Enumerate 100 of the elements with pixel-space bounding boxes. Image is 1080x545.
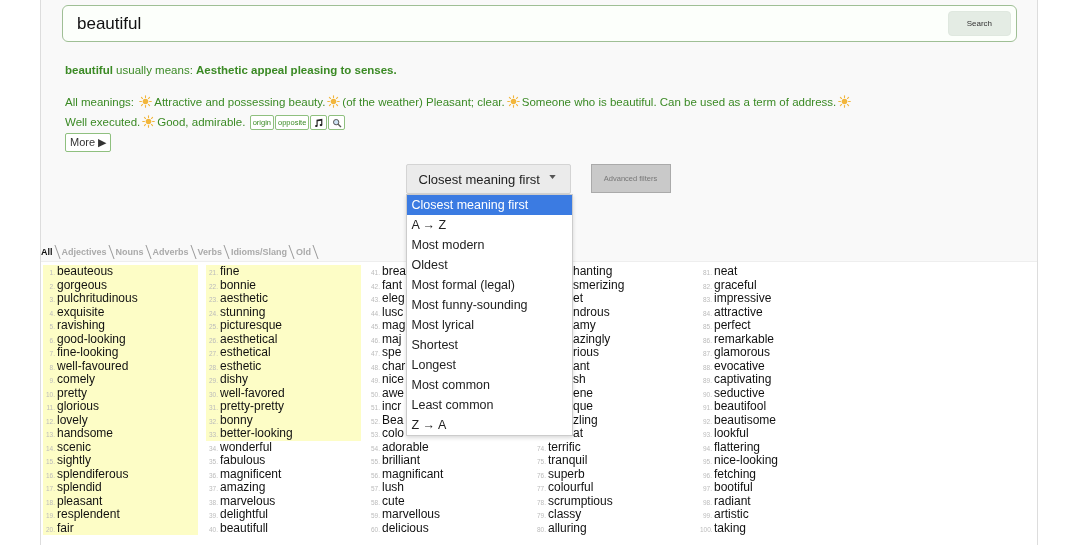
music-note-icon[interactable] xyxy=(310,115,328,131)
dropdown-option[interactable]: Z → A xyxy=(406,415,572,435)
word-link[interactable]: adorable xyxy=(382,440,429,454)
word-link[interactable]: at xyxy=(573,427,583,441)
word-link[interactable]: captivating xyxy=(714,373,772,387)
word-link[interactable]: wonderful xyxy=(220,440,273,454)
word-link[interactable]: ndrous xyxy=(573,305,610,319)
word-link[interactable]: beautifool xyxy=(714,400,767,414)
word-link[interactable]: marvelous xyxy=(220,494,276,508)
dropdown-option[interactable]: A → Z xyxy=(406,215,572,235)
word-link[interactable]: delicious xyxy=(382,521,429,535)
word-link[interactable]: bonnie xyxy=(220,278,257,292)
word-link[interactable]: splendid xyxy=(57,481,102,495)
word-link[interactable]: esthetic xyxy=(220,359,262,373)
word-link[interactable]: better-looking xyxy=(220,427,293,441)
word-link[interactable]: impressive xyxy=(714,292,772,306)
word-link[interactable]: well-favored xyxy=(220,386,285,400)
dropdown-option[interactable]: Most formal (legal) xyxy=(406,275,572,295)
word-link[interactable]: sightly xyxy=(57,454,91,468)
word-link[interactable]: perfect xyxy=(714,319,751,333)
word-link[interactable]: lookful xyxy=(714,427,749,441)
word-link[interactable]: hanting xyxy=(573,265,613,279)
word-link[interactable]: ene xyxy=(573,386,594,400)
word-link[interactable]: esthetical xyxy=(220,346,271,360)
word-link[interactable]: brilliant xyxy=(382,454,420,468)
word-link[interactable]: picturesque xyxy=(220,319,283,333)
dropdown-option[interactable]: Most funny-sounding xyxy=(406,295,572,315)
dropdown-option[interactable]: Oldest xyxy=(406,255,572,275)
word-link[interactable]: attractive xyxy=(714,305,763,319)
word-link[interactable]: alluring xyxy=(548,521,587,535)
word-link[interactable]: glamorous xyxy=(714,346,771,360)
word-link[interactable]: marvellous xyxy=(382,508,441,522)
word-link[interactable]: dishy xyxy=(220,373,248,387)
dropdown-option[interactable]: Most modern xyxy=(406,235,572,255)
search-button[interactable]: Search xyxy=(947,11,1011,36)
word-link[interactable]: aesthetic xyxy=(220,292,269,306)
dropdown-option[interactable]: Most lyrical xyxy=(406,315,572,335)
dropdown-option[interactable]: Longest xyxy=(406,355,572,375)
word-link[interactable]: mag xyxy=(382,319,406,333)
word-link[interactable]: resplendent xyxy=(57,508,120,522)
word-link[interactable]: amazing xyxy=(220,481,266,495)
word-link[interactable]: eleg xyxy=(382,292,405,306)
word-link[interactable]: maj xyxy=(382,332,402,346)
search-icon[interactable] xyxy=(328,115,346,131)
word-link[interactable]: et xyxy=(573,292,583,306)
word-link[interactable]: awe xyxy=(382,386,404,400)
word-link[interactable]: colourful xyxy=(548,481,594,495)
word-link[interactable]: artistic xyxy=(714,508,749,522)
word-link[interactable]: beauteous xyxy=(57,265,114,279)
word-link[interactable]: pretty-pretty xyxy=(220,400,285,414)
word-link[interactable]: char xyxy=(382,359,406,373)
word-link[interactable]: tranquil xyxy=(548,454,588,468)
word-link[interactable]: incr xyxy=(382,400,402,414)
word-link[interactable]: pleasant xyxy=(57,494,103,508)
word-link[interactable]: scenic xyxy=(57,440,91,454)
word-link[interactable]: gorgeous xyxy=(57,278,108,292)
search-field[interactable]: beautiful Search xyxy=(62,5,1017,42)
dropdown-option[interactable]: Least common xyxy=(406,395,572,415)
word-link[interactable]: zling xyxy=(573,413,598,427)
word-link[interactable]: que xyxy=(573,400,594,414)
word-link[interactable]: beautisome xyxy=(714,413,777,427)
word-link[interactable]: splendiferous xyxy=(57,467,129,481)
word-link[interactable]: amy xyxy=(573,319,596,333)
word-link[interactable]: handsome xyxy=(57,427,114,441)
dropdown-option[interactable]: Closest meaning first xyxy=(406,195,572,215)
word-link[interactable]: sh xyxy=(573,373,586,387)
word-link[interactable]: fine xyxy=(220,265,240,279)
more-button[interactable]: More ▶ xyxy=(65,133,112,152)
word-link[interactable]: glorious xyxy=(57,400,100,414)
word-link[interactable]: Bea xyxy=(382,413,404,427)
word-link[interactable]: pretty xyxy=(57,386,87,400)
word-link[interactable]: scrumptious xyxy=(548,494,613,508)
word-link[interactable]: nice-looking xyxy=(714,454,779,468)
word-link[interactable]: spe xyxy=(382,346,402,360)
word-link[interactable]: fine-looking xyxy=(57,346,119,360)
word-link[interactable]: cute xyxy=(382,494,405,508)
word-link[interactable]: lusc xyxy=(382,305,404,319)
tab[interactable]: All xyxy=(41,247,57,257)
word-link[interactable]: classy xyxy=(548,508,582,522)
dropdown-option[interactable]: Shortest xyxy=(406,335,572,355)
word-link[interactable]: azingly xyxy=(573,332,611,346)
dropdown-option[interactable]: Most common xyxy=(406,375,572,395)
word-link[interactable]: rious xyxy=(573,346,599,360)
word-link[interactable]: lovely xyxy=(57,413,88,427)
word-link[interactable]: fabulous xyxy=(220,454,266,468)
word-link[interactable]: terrific xyxy=(548,440,581,454)
word-link[interactable]: nice xyxy=(382,373,404,387)
word-link[interactable]: comely xyxy=(57,373,95,387)
word-link[interactable]: smerizing xyxy=(573,278,625,292)
word-link[interactable]: magnificant xyxy=(382,467,444,481)
word-link[interactable]: ant xyxy=(573,359,590,373)
word-link[interactable]: superb xyxy=(548,467,585,481)
word-link[interactable]: ravishing xyxy=(57,319,106,333)
word-link[interactable]: fair xyxy=(57,521,74,535)
word-link[interactable]: neat xyxy=(714,265,738,279)
word-link[interactable]: pulchritudinous xyxy=(57,292,138,306)
word-link[interactable]: taking xyxy=(714,521,747,535)
word-link[interactable]: stunning xyxy=(220,305,266,319)
word-link[interactable]: colo xyxy=(382,427,404,441)
word-link[interactable]: beautifull xyxy=(220,521,269,535)
